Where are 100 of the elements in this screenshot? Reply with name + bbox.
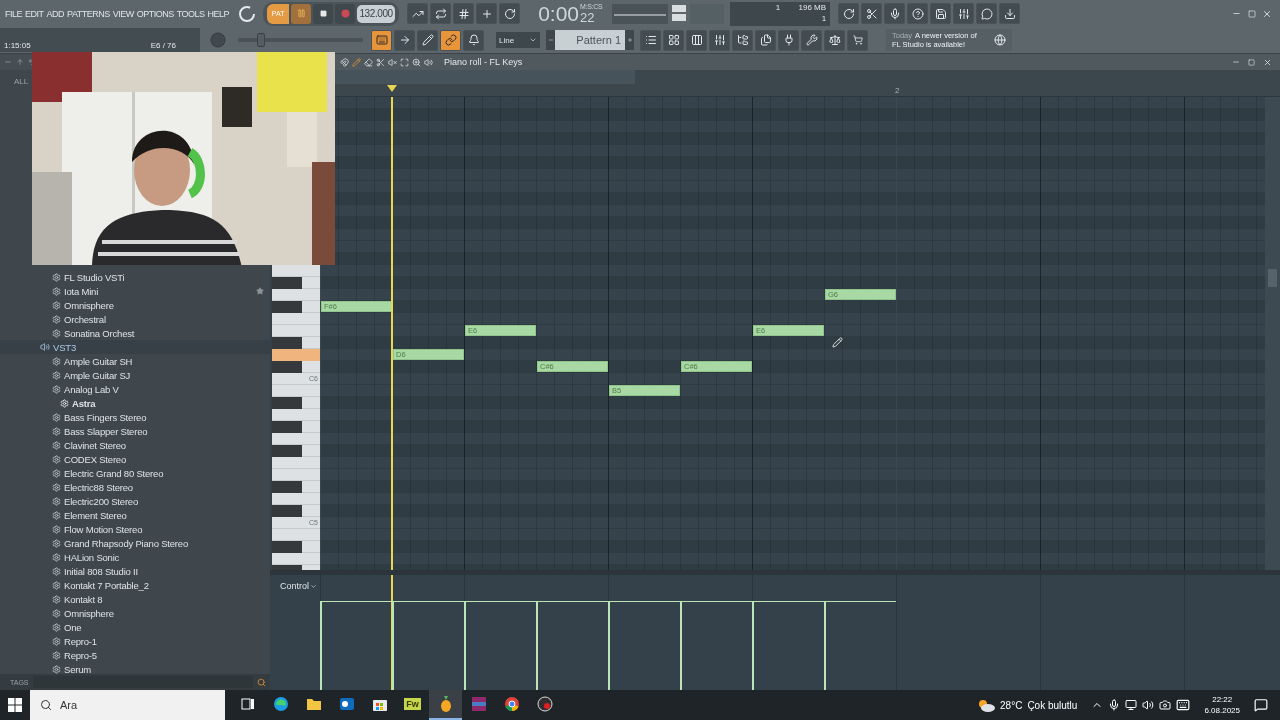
menu-item[interactable]: FILE: [5, 8, 22, 19]
browser-item[interactable]: Orchestral: [0, 312, 270, 326]
taskbar-search-field[interactable]: Ara: [30, 690, 225, 720]
tool-button[interactable]: [440, 29, 461, 51]
browser-item[interactable]: Ample Guitar SH: [0, 354, 270, 368]
menu-item[interactable]: TOOLS: [176, 8, 205, 19]
menu-item[interactable]: HELP: [207, 8, 230, 19]
menu-item[interactable]: OPTIONS: [136, 8, 174, 19]
browser-item[interactable]: Bass Slapper Stereo: [0, 424, 270, 438]
timeline-ruler[interactable]: 2: [335, 70, 1280, 97]
toolbar-button[interactable]: [953, 3, 975, 25]
toolbar-button[interactable]: [907, 3, 929, 25]
volume-icon[interactable]: [1142, 699, 1155, 711]
toolbar-button[interactable]: [709, 29, 730, 51]
toolbar-button[interactable]: [999, 3, 1021, 25]
browser-tab[interactable]: ALL: [14, 76, 29, 86]
gear-icon: [52, 454, 61, 464]
tool-button[interactable]: [394, 29, 415, 51]
browser-item[interactable]: CODEX Stereo: [0, 452, 270, 466]
select-icon[interactable]: [400, 57, 409, 67]
network-icon[interactable]: [1125, 699, 1138, 711]
toolbar-button[interactable]: [663, 29, 684, 51]
scissors-icon[interactable]: [376, 57, 385, 67]
toolbar-button[interactable]: [778, 29, 799, 51]
knob-icon[interactable]: [237, 3, 258, 24]
browser-item[interactable]: Repro-1: [0, 634, 270, 648]
browser-item[interactable]: Analog Lab V: [0, 382, 270, 396]
tool-button[interactable]: [371, 29, 392, 51]
toolbar-button[interactable]: [407, 3, 429, 25]
lane-selector[interactable]: Control: [280, 581, 320, 591]
browser-item[interactable]: Omnisphere: [0, 606, 270, 620]
browser-item[interactable]: Clavinet Stereo: [0, 438, 270, 452]
shop-button[interactable]: [847, 29, 868, 51]
piano-roll-title[interactable]: Piano roll - FL Keys: [444, 57, 523, 67]
globe-icon[interactable]: [994, 34, 1006, 47]
browser-item[interactable]: Kontakt 8: [0, 592, 270, 606]
gear-icon: [52, 468, 61, 478]
toolbar-button[interactable]: [976, 3, 998, 25]
browser-item[interactable]: Electric Grand 80 Stereo: [0, 466, 270, 480]
play-button[interactable]: [291, 3, 312, 24]
star-icon: [256, 287, 264, 295]
browser-item[interactable]: FL Studio VSTi: [0, 270, 270, 284]
browser-item[interactable]: Kontakt 7 Portable_2: [0, 578, 270, 592]
browser-item[interactable]: Repro-5: [0, 648, 270, 662]
browser-item[interactable]: Serum: [0, 662, 270, 674]
toolbar-button[interactable]: [640, 29, 661, 51]
browser-item[interactable]: Ample Guitar SJ: [0, 368, 270, 382]
speaker-icon[interactable]: [424, 57, 433, 67]
magnet-icon[interactable]: [340, 57, 349, 67]
zoom-icon[interactable]: [412, 57, 421, 67]
mute-icon[interactable]: [388, 57, 397, 67]
toolbar-button[interactable]: [824, 29, 845, 51]
menu-item[interactable]: VIEW: [112, 8, 134, 19]
menu-item[interactable]: PATTERNS: [67, 8, 110, 19]
toolbar-button[interactable]: [755, 29, 776, 51]
stop-button[interactable]: [313, 3, 334, 24]
toolbar-button[interactable]: [499, 3, 521, 25]
browser-item[interactable]: Element Stereo: [0, 508, 270, 522]
toolbar-button[interactable]: [732, 29, 753, 51]
toolbar-button[interactable]: [801, 29, 822, 51]
toolbar-button[interactable]: [453, 3, 475, 25]
taskbar-app[interactable]: Fw: [396, 690, 429, 720]
toolbar-button[interactable]: [838, 3, 860, 25]
notification-icon[interactable]: [1254, 698, 1268, 712]
pattern-selector[interactable]: Pattern 1: [555, 30, 625, 51]
search-icon[interactable]: [257, 677, 266, 687]
toolbar-button[interactable]: [476, 3, 498, 25]
taskbar-clock[interactable]: 22:22 6.08.2025: [1204, 694, 1240, 716]
eraser-icon[interactable]: [364, 57, 373, 67]
browser-item[interactable]: One: [0, 620, 270, 634]
slider-thumb[interactable]: [256, 33, 265, 48]
toolbar-button[interactable]: [884, 3, 906, 25]
browser-item[interactable]: Initial 808 Studio II: [0, 564, 270, 578]
browser-item[interactable]: Bass Fingers Stereo: [0, 410, 270, 424]
tool-button[interactable]: [417, 29, 438, 51]
tool-button[interactable]: [463, 29, 484, 51]
keyboard-icon[interactable]: [1176, 698, 1191, 712]
toolbar-button[interactable]: [861, 3, 883, 25]
tempo-field[interactable]: 132.000: [357, 4, 396, 23]
snap-dropdown[interactable]: Line: [496, 32, 540, 49]
toolbar-button[interactable]: [930, 3, 952, 25]
browser-folder[interactable]: VST3: [0, 340, 270, 354]
browser-item[interactable]: Omnisphere: [0, 298, 270, 312]
browser-item[interactable]: Astra: [0, 396, 270, 410]
menu-item[interactable]: EDIT: [25, 8, 44, 19]
toolbar-button[interactable]: [686, 29, 707, 51]
scrollbar[interactable]: [1265, 97, 1280, 570]
camera-icon[interactable]: [1159, 699, 1172, 711]
gear-icon: [52, 328, 61, 338]
browser-item[interactable]: Flow Motion Stereo: [0, 522, 270, 536]
browser-item[interactable]: Grand Rhapsody Piano Stereo: [0, 536, 270, 550]
browser-item[interactable]: Electric200 Stereo: [0, 494, 270, 508]
microphone-icon[interactable]: [1108, 699, 1121, 711]
toolbar-button[interactable]: [430, 3, 452, 25]
browser-item[interactable]: Electric88 Stereo: [0, 480, 270, 494]
browser-item[interactable]: HALion Sonic: [0, 550, 270, 564]
browser-item[interactable]: Sonatina Orchest: [0, 326, 270, 340]
scrollbar-thumb[interactable]: [1268, 269, 1277, 287]
menu-item[interactable]: ADD: [46, 8, 65, 19]
browser-item[interactable]: Iota Mini: [0, 284, 270, 298]
